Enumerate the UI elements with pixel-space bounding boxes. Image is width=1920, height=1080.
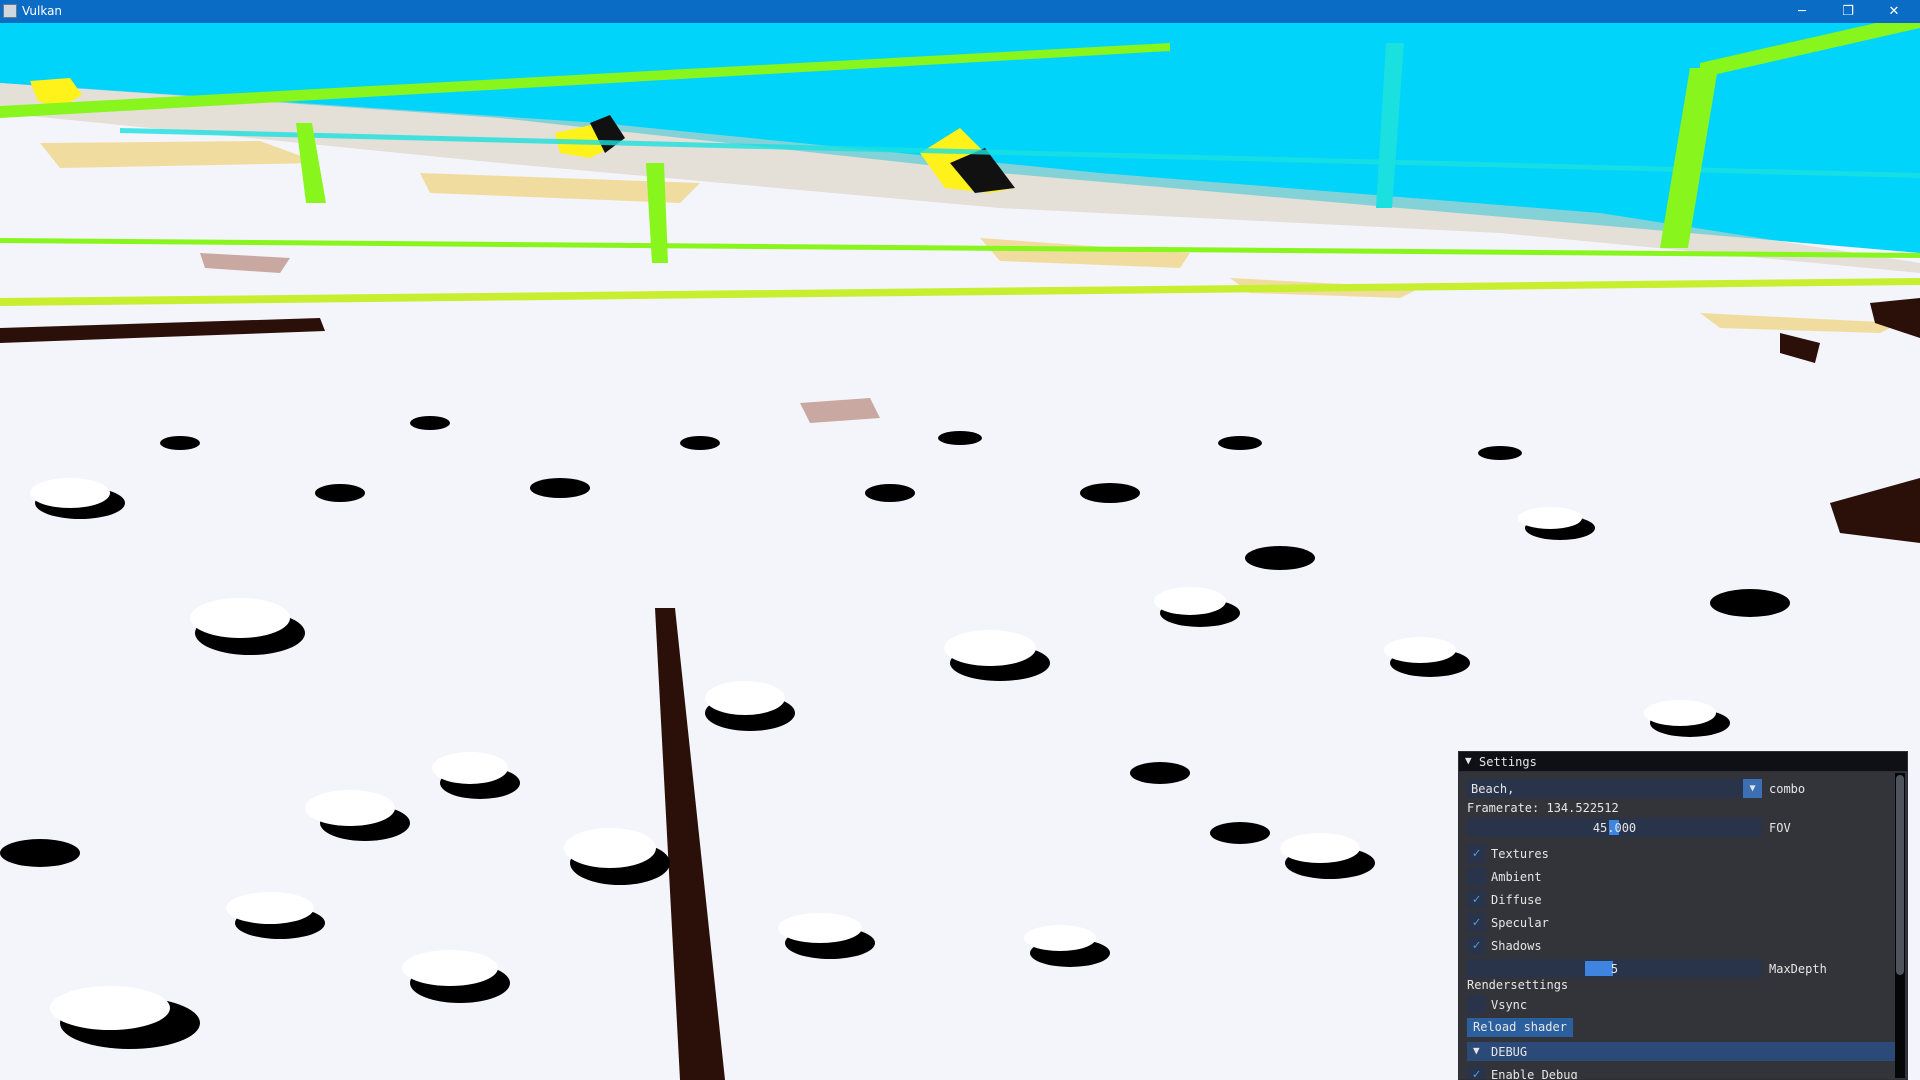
textures-label: Textures bbox=[1491, 847, 1549, 861]
minimize-button[interactable]: ─ bbox=[1779, 0, 1825, 23]
maxdepth-label: MaxDepth bbox=[1769, 962, 1827, 976]
maxdepth-value: 5 bbox=[1610, 962, 1619, 976]
collapse-arrow-icon[interactable]: ▼ bbox=[1465, 754, 1472, 767]
check-icon: ✓ bbox=[1467, 890, 1486, 909]
diffuse-label: Diffuse bbox=[1491, 893, 1542, 907]
close-button[interactable]: ✕ bbox=[1871, 0, 1917, 23]
settings-scrollbar[interactable] bbox=[1895, 773, 1905, 1078]
scene-combo[interactable]: Beach, ▼ bbox=[1467, 779, 1762, 798]
check-icon: ✓ bbox=[1467, 913, 1486, 932]
scene-combo-value: Beach, bbox=[1471, 782, 1515, 796]
settings-titlebar[interactable]: ▼ Settings bbox=[1459, 752, 1907, 772]
framerate-text: Framerate: 134.522512 bbox=[1467, 801, 1619, 815]
checkbox-empty bbox=[1467, 995, 1486, 1014]
scrollbar-thumb[interactable] bbox=[1896, 775, 1904, 975]
ambient-label: Ambient bbox=[1491, 870, 1542, 884]
check-icon: ✓ bbox=[1467, 936, 1486, 955]
fov-slider[interactable]: 45.000 bbox=[1467, 818, 1762, 837]
specular-label: Specular bbox=[1491, 916, 1549, 930]
window-titlebar: Vulkan ─ ❐ ✕ bbox=[0, 0, 1920, 23]
rendersettings-label: Rendersettings bbox=[1467, 978, 1569, 992]
fov-label: FOV bbox=[1769, 821, 1791, 835]
maxdepth-slider[interactable]: 5 bbox=[1467, 959, 1762, 978]
checkbox-empty bbox=[1467, 867, 1486, 886]
settings-window[interactable]: ▼ Settings Beach, ▼ combo Framerate: 134… bbox=[1458, 751, 1908, 1080]
debug-header[interactable]: ▼ DEBUG bbox=[1467, 1042, 1897, 1061]
settings-title: Settings bbox=[1479, 755, 1537, 769]
vsync-label: Vsync bbox=[1491, 998, 1528, 1012]
check-icon: ✓ bbox=[1467, 1065, 1486, 1079]
debug-header-label: DEBUG bbox=[1491, 1045, 1528, 1059]
app-icon bbox=[3, 4, 17, 18]
scene-combo-label: combo bbox=[1769, 782, 1806, 796]
restore-button[interactable]: ❐ bbox=[1825, 0, 1871, 23]
reload-shader-button[interactable]: Reload shader bbox=[1467, 1018, 1573, 1037]
fov-value: 45.000 bbox=[1592, 821, 1637, 835]
window-title: Vulkan bbox=[22, 4, 63, 18]
enable-debug-label: Enable Debug bbox=[1491, 1068, 1578, 1080]
check-icon: ✓ bbox=[1467, 844, 1486, 863]
shadows-label: Shadows bbox=[1491, 939, 1542, 953]
combo-arrow-icon[interactable]: ▼ bbox=[1743, 779, 1762, 798]
collapse-arrow-icon: ▼ bbox=[1473, 1044, 1480, 1057]
